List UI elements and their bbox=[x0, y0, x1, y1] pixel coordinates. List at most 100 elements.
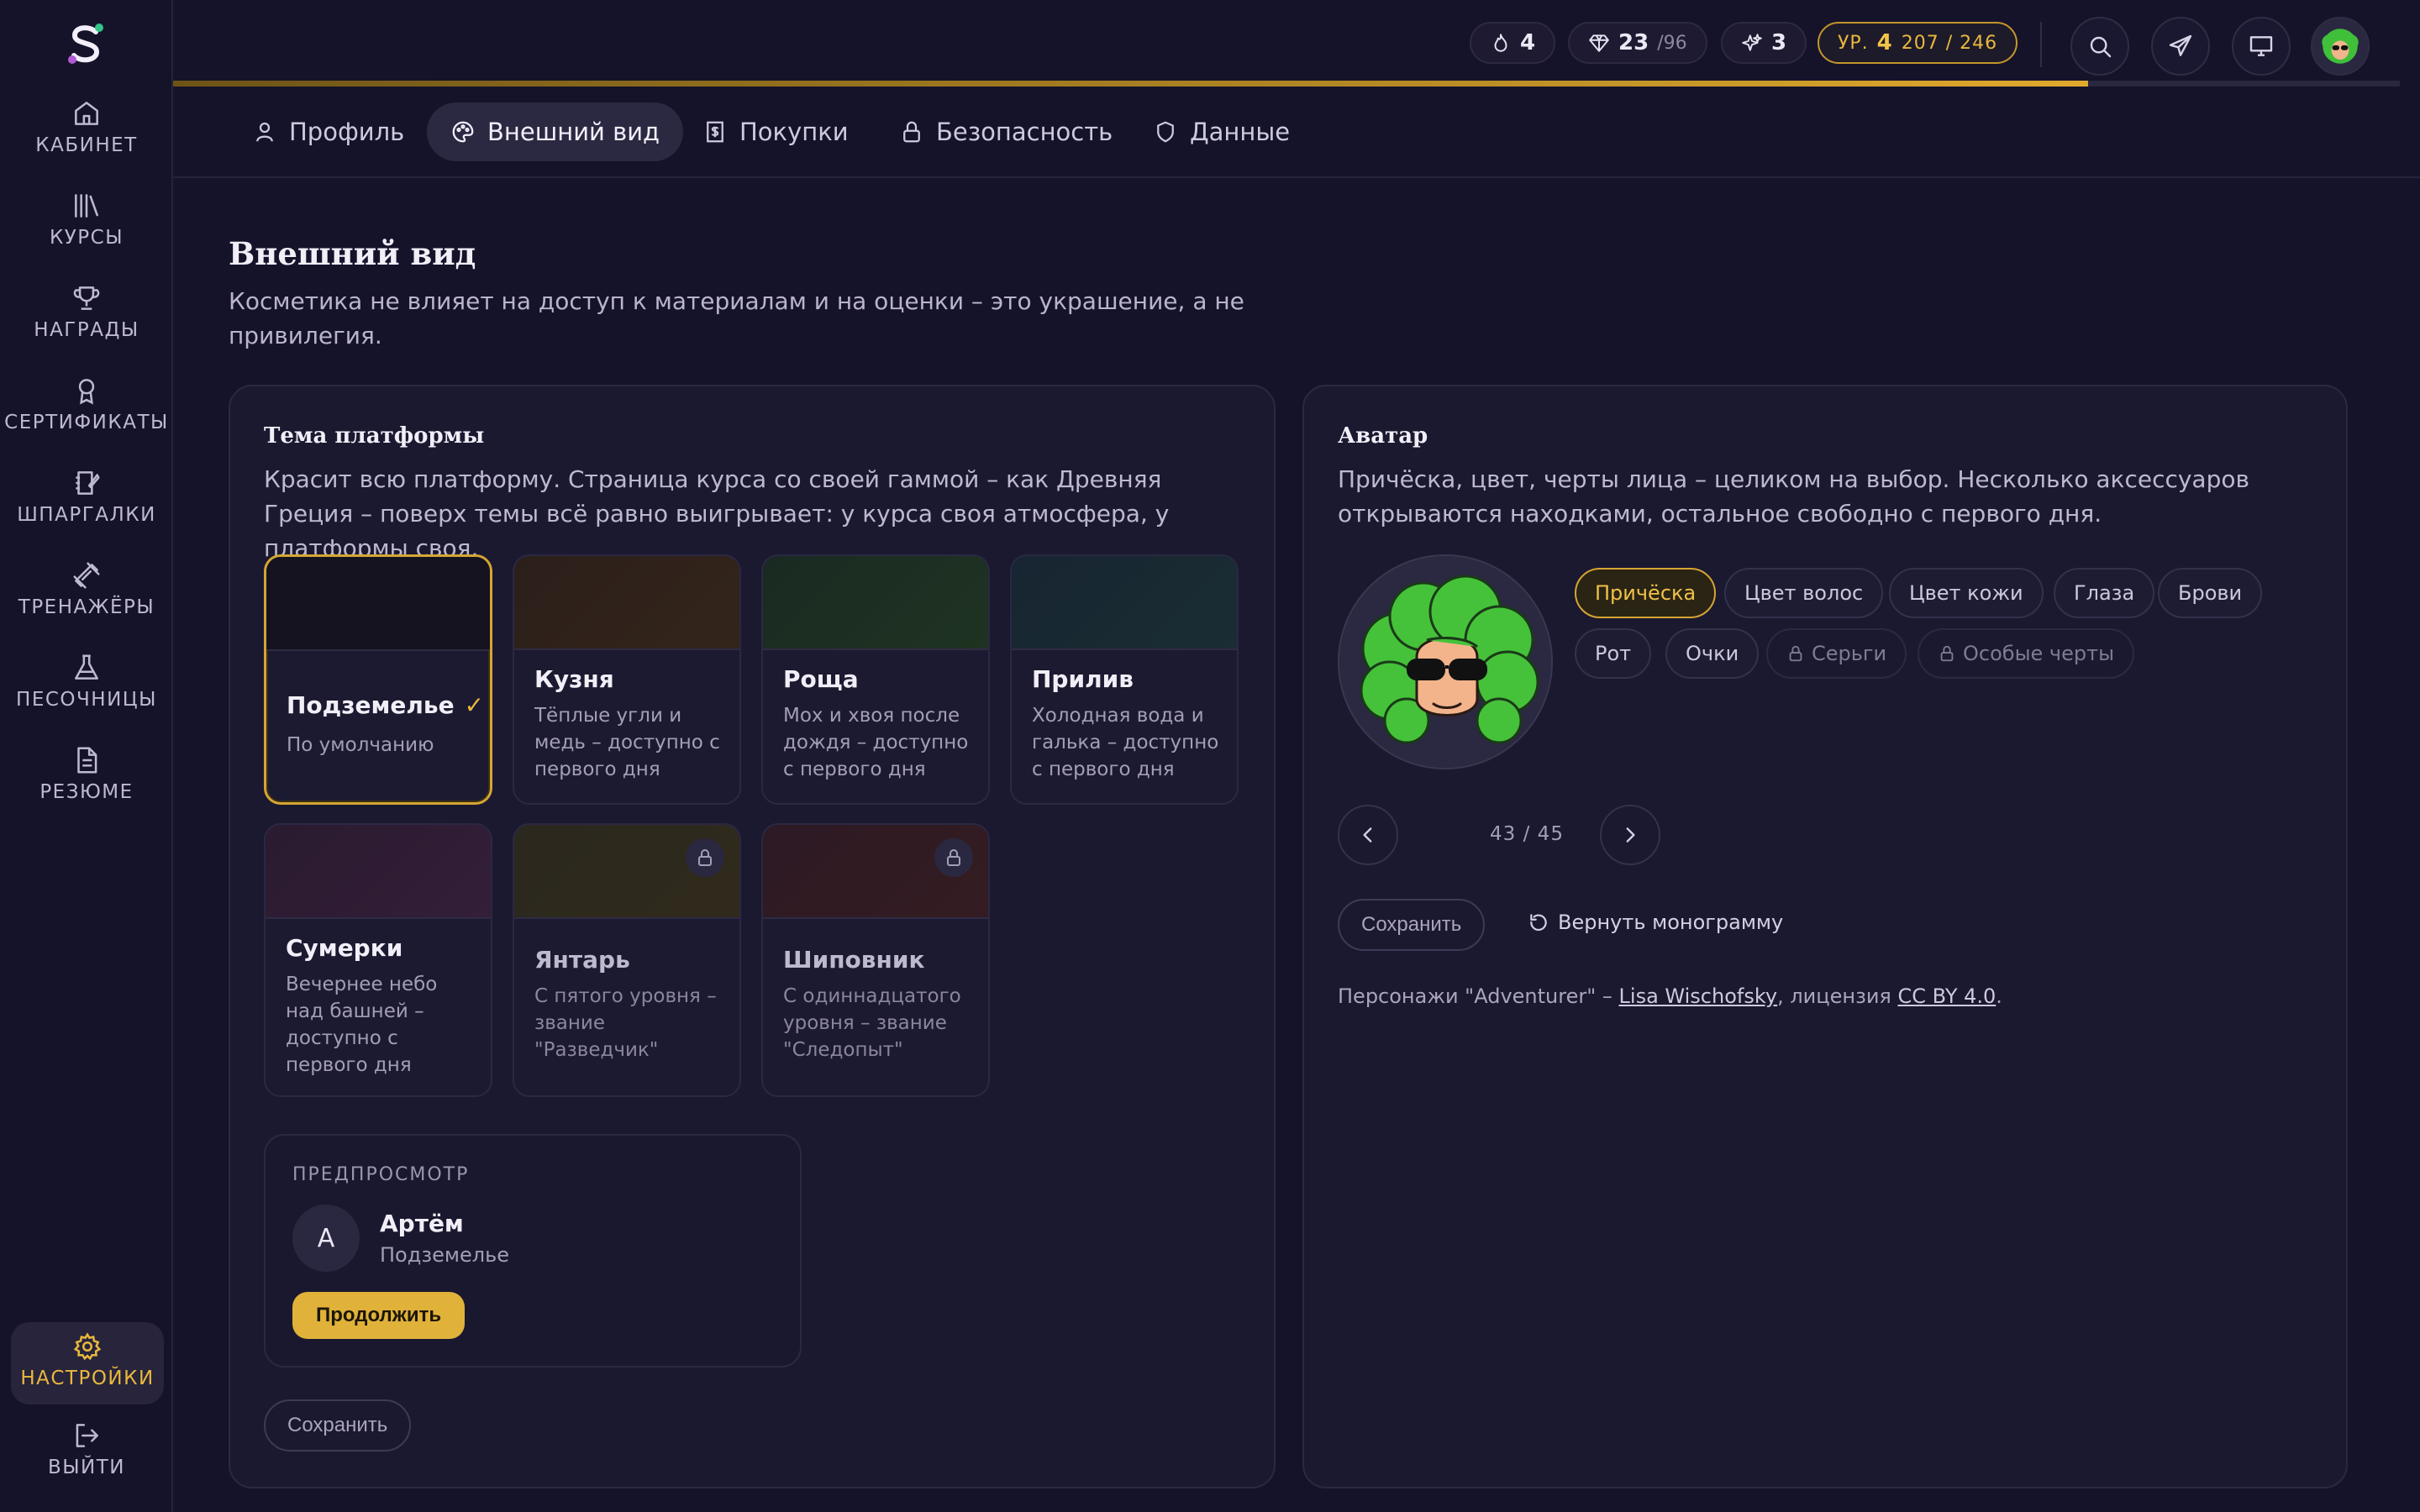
sidebar-item-dashboard[interactable]: КАБИНЕТ bbox=[0, 97, 173, 181]
credits-prefix: Персонажи "Adventurer" – bbox=[1338, 984, 1612, 1008]
theme-card-title: Тема платформы bbox=[264, 423, 485, 449]
lock-icon bbox=[1940, 645, 1954, 662]
theme-name: Подземелье bbox=[287, 691, 455, 719]
page-title: Внешний вид bbox=[229, 235, 476, 272]
credits-author-link[interactable]: Lisa Wischofsky bbox=[1619, 984, 1778, 1008]
preview-theme-name: Подземелье bbox=[380, 1243, 509, 1267]
gems-value: 23 bbox=[1618, 30, 1649, 55]
theme-swatch bbox=[763, 556, 988, 650]
theme-name: Сумерки bbox=[286, 934, 403, 962]
books-icon bbox=[75, 194, 98, 218]
sidebar-item-label: НАГРАДЫ bbox=[34, 319, 139, 341]
avatar-card-description: Причёска, цвет, черты лица – целиком на … bbox=[1338, 465, 2249, 528]
chip-eyebrows[interactable]: Брови bbox=[2158, 568, 2263, 618]
next-variant-button[interactable] bbox=[1600, 805, 1660, 865]
home-icon bbox=[75, 102, 98, 125]
lock-icon bbox=[1789, 645, 1802, 662]
chip-label: Особые черты bbox=[1963, 642, 2115, 665]
theme-tile-dungeon[interactable]: Подземелье ✓ По умолчанию bbox=[264, 554, 492, 805]
level-badge[interactable]: УР. 4 207 / 246 bbox=[1818, 22, 2018, 64]
avatar-preview bbox=[1338, 554, 1553, 769]
theme-name: Шиповник bbox=[783, 946, 925, 974]
gems-counter[interactable]: 23 /96 bbox=[1568, 22, 1707, 64]
chip-mouth[interactable]: Рот bbox=[1575, 628, 1652, 679]
sidebar-item-label: ШПАРГАЛКИ bbox=[17, 504, 156, 526]
sidebar-item-awards[interactable]: НАГРАДЫ bbox=[0, 282, 173, 366]
theme-desc: По умолчанию bbox=[287, 734, 434, 756]
ribbon-icon bbox=[78, 379, 95, 405]
variant-counter: 43 / 45 bbox=[1490, 823, 1564, 845]
reset-monogram-button[interactable]: Вернуть монограмму bbox=[1528, 911, 1783, 934]
chip-special-features[interactable]: Особые черты bbox=[1918, 628, 2135, 679]
app-logo[interactable] bbox=[62, 20, 109, 67]
theme-tile-forge[interactable]: Кузня Тёплые угли и медь – доступно с пе… bbox=[513, 554, 741, 805]
tab-appearance[interactable]: Внешний вид bbox=[427, 102, 684, 161]
sidebar-item-resume[interactable]: РЕЗЮМЕ bbox=[0, 744, 173, 828]
theme-name: Янтарь bbox=[534, 946, 630, 974]
xp-value: 207 / 246 bbox=[1901, 32, 1998, 54]
chip-earrings[interactable]: Серьги bbox=[1766, 628, 1907, 679]
theme-swatch bbox=[266, 557, 490, 651]
search-icon bbox=[2090, 36, 2112, 58]
tab-data[interactable]: Данные bbox=[1129, 102, 1313, 161]
theme-tile-grove[interactable]: Роща Мох и хвоя после дождя – доступно с… bbox=[761, 554, 990, 805]
sidebar-item-label: СЕРТИФИКАТЫ bbox=[4, 412, 169, 433]
theme-tile-dusk[interactable]: Сумерки Вечернее небо над башней – досту… bbox=[264, 823, 492, 1097]
document-icon bbox=[77, 747, 97, 774]
telegram-button[interactable] bbox=[2151, 17, 2210, 76]
gem-icon bbox=[1589, 34, 1609, 52]
shield-icon bbox=[1157, 121, 1174, 143]
sparks-counter[interactable]: 3 bbox=[1721, 22, 1807, 64]
sidebar-item-sandboxes[interactable]: ПЕСОЧНИЦЫ bbox=[0, 652, 173, 736]
sidebar-item-label: ТРЕНАЖЁРЫ bbox=[18, 596, 155, 618]
search-button[interactable] bbox=[2070, 17, 2129, 76]
theme-tile-rosehip[interactable]: Шиповник С одиннадцатого уровня – звание… bbox=[761, 823, 990, 1097]
sidebar-item-certificates[interactable]: СЕРТИФИКАТЫ bbox=[0, 375, 173, 459]
topbar-divider bbox=[2040, 22, 2042, 67]
theme-preview: ПРЕДПРОСМОТР А Артём Подземелье Продолжи… bbox=[264, 1134, 802, 1368]
tab-profile[interactable]: Профиль bbox=[229, 102, 428, 161]
adventurer-avatar-image bbox=[1339, 556, 1551, 768]
theme-name: Кузня bbox=[534, 665, 614, 693]
chip-eyes[interactable]: Глаза bbox=[2054, 568, 2155, 618]
sparks-value: 3 bbox=[1771, 30, 1787, 55]
dumbbell-icon bbox=[73, 562, 100, 589]
level-value: 4 bbox=[1876, 30, 1893, 55]
tab-label: Данные bbox=[1190, 118, 1291, 146]
settings-tabs: Профиль Внешний вид Покупки Безопасность… bbox=[173, 87, 2420, 178]
chip-label: Серьги bbox=[1812, 642, 1887, 665]
chip-hair-color[interactable]: Цвет волос bbox=[1724, 568, 1884, 618]
sidebar-item-trainers[interactable]: ТРЕНАЖЁРЫ bbox=[0, 559, 173, 643]
credits-license-link[interactable]: CC BY 4.0 bbox=[1898, 984, 1996, 1008]
sidebar-item-settings[interactable]: НАСТРОЙКИ bbox=[11, 1322, 164, 1404]
streak-counter[interactable]: 4 bbox=[1470, 22, 1556, 64]
previous-variant-button[interactable] bbox=[1338, 805, 1398, 865]
sidebar-item-cheatsheets[interactable]: ШПАРГАЛКИ bbox=[0, 467, 173, 551]
sidebar-item-label: РЕЗЮМЕ bbox=[39, 781, 134, 803]
palette-icon bbox=[452, 121, 474, 143]
tab-label: Профиль bbox=[289, 118, 405, 146]
tab-purchases[interactable]: Покупки bbox=[679, 102, 872, 161]
avatar-save-button[interactable]: Сохранить bbox=[1338, 899, 1486, 951]
avatar-credits: Персонажи "Adventurer" – Lisa Wischofsky… bbox=[1338, 984, 2002, 1008]
lock-badge bbox=[934, 838, 973, 877]
xp-progress-fill bbox=[173, 81, 2088, 87]
chip-skin-color[interactable]: Цвет кожи bbox=[1889, 568, 2044, 618]
sidebar-item-logout[interactable]: ВЫЙТИ bbox=[0, 1420, 173, 1504]
display-button[interactable] bbox=[2232, 17, 2291, 76]
tab-security[interactable]: Безопасность bbox=[876, 102, 1136, 161]
sidebar-item-courses[interactable]: КУРСЫ bbox=[0, 190, 173, 274]
send-icon bbox=[2169, 34, 2192, 56]
theme-tile-tide[interactable]: Прилив Холодная вода и галька – доступно… bbox=[1010, 554, 1239, 805]
theme-swatch bbox=[1012, 556, 1237, 650]
chip-hairstyle[interactable]: Причёска bbox=[1575, 568, 1717, 618]
preview-continue-button[interactable]: Продолжить bbox=[292, 1292, 466, 1339]
theme-save-button[interactable]: Сохранить bbox=[264, 1399, 412, 1452]
flask-icon bbox=[75, 654, 98, 680]
chip-glasses[interactable]: Очки bbox=[1665, 628, 1760, 679]
theme-tile-amber[interactable]: Янтарь С пятого уровня – звание "Разведч… bbox=[513, 823, 741, 1097]
flame-icon bbox=[1494, 34, 1507, 52]
theme-name-row: Подземелье ✓ bbox=[287, 691, 484, 719]
user-avatar-button[interactable] bbox=[2311, 17, 2370, 76]
page-description: Косметика не влияет на доступ к материал… bbox=[229, 287, 1244, 349]
